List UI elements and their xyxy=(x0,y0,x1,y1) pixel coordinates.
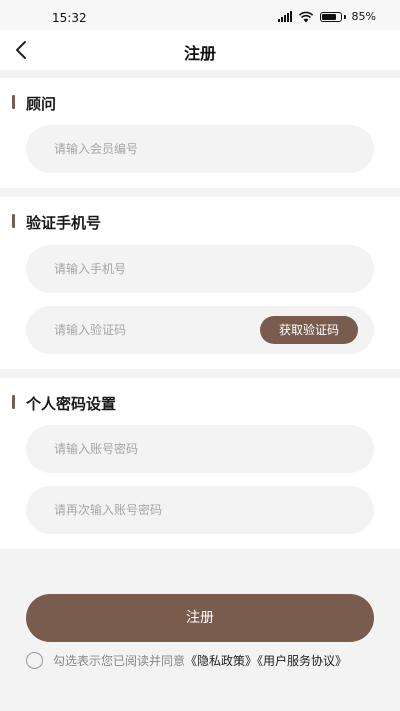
battery-icon xyxy=(319,11,346,22)
phone-field xyxy=(26,245,374,293)
page-title: 注册 xyxy=(183,44,216,63)
password-field xyxy=(26,425,374,473)
signal-icon xyxy=(277,11,292,22)
register-button[interactable]: 注册 xyxy=(26,594,374,642)
password-section-title: 个人密码设置 xyxy=(12,393,116,414)
service-agreement-link[interactable]: 《用户服务协议》 xyxy=(257,654,347,668)
battery-percent: 85% xyxy=(351,10,376,23)
phone-input[interactable] xyxy=(26,245,374,293)
member-id-input[interactable] xyxy=(26,125,374,173)
confirm-password-field xyxy=(26,486,374,534)
member-id-field xyxy=(26,125,374,173)
status-bar: 15:32 85% xyxy=(0,0,400,30)
status-icons: 85% xyxy=(277,10,376,23)
advisor-section-title: 顾问 xyxy=(12,93,56,114)
agreement-text-block: 勾选表示您已阅读并同意《隐私政策》《用户服务协议》 xyxy=(53,653,378,670)
password-input[interactable] xyxy=(26,425,374,473)
password-section: 个人密码设置 xyxy=(0,378,400,549)
verification-code-field: 获取验证码 xyxy=(26,306,374,354)
agreement-text: 勾选表示您已阅读并同意 xyxy=(53,654,186,668)
status-time: 15:32 xyxy=(52,11,87,25)
wifi-icon xyxy=(298,11,313,22)
confirm-password-input[interactable] xyxy=(26,486,374,534)
privacy-policy-link[interactable]: 《隐私政策》 xyxy=(185,654,257,668)
advisor-section: 顾问 xyxy=(0,78,400,188)
agree-checkbox[interactable] xyxy=(26,652,43,669)
get-code-button[interactable]: 获取验证码 xyxy=(260,316,358,344)
phone-section-title: 验证手机号 xyxy=(12,212,101,233)
phone-section: 验证手机号 获取验证码 xyxy=(0,197,400,369)
nav-bar: 注册 xyxy=(0,30,400,70)
